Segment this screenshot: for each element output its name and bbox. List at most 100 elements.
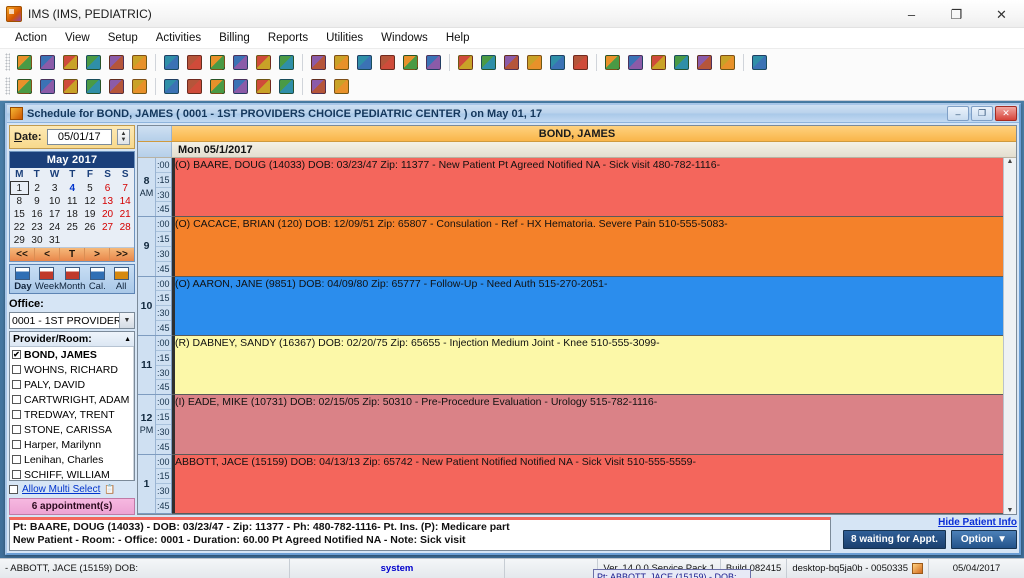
- claim-icon[interactable]: [276, 52, 297, 73]
- provider-checkbox[interactable]: [12, 410, 21, 419]
- calendar-day-29[interactable]: 29: [11, 234, 29, 247]
- globe-user-icon[interactable]: [184, 76, 205, 97]
- appointment-block-4[interactable]: (I) EADE, MIKE (10731) DOB: 02/15/05 Zip…: [172, 395, 1003, 455]
- appointment-block-3[interactable]: (R) DABNEY, SANDY (16367) DOB: 02/20/75 …: [172, 335, 1003, 396]
- schedule-restore-button[interactable]: ❐: [971, 106, 993, 121]
- calendar-day-11[interactable]: 11: [63, 195, 81, 209]
- minute-label[interactable]: :45: [156, 440, 171, 454]
- waiting-for-appt-button[interactable]: 8 waiting for Appt.: [843, 530, 946, 549]
- calendar-day-8[interactable]: 8: [11, 195, 29, 209]
- contact-card-icon[interactable]: [570, 52, 591, 73]
- minute-label[interactable]: :15: [156, 351, 171, 366]
- calendar-day-21[interactable]: 21: [116, 208, 134, 221]
- menu-item-setup[interactable]: Setup: [99, 30, 147, 46]
- menu-item-activities[interactable]: Activities: [147, 30, 210, 46]
- provider-item-8[interactable]: SCHIFF, WILLIAM: [10, 467, 133, 480]
- prescription-icon[interactable]: [184, 52, 205, 73]
- option-button[interactable]: Option ▼: [950, 530, 1017, 549]
- edit-chart-icon[interactable]: [106, 52, 127, 73]
- back-arrow-icon[interactable]: [423, 52, 444, 73]
- calendar-day-4[interactable]: 4: [63, 182, 81, 195]
- auth-icon[interactable]: [400, 52, 421, 73]
- appointment-block-5[interactable]: ABBOTT, JACE (15159) DOB: 04/13/13 Zip: …: [172, 454, 1003, 514]
- notes-icon[interactable]: [207, 52, 228, 73]
- maximize-button[interactable]: ❐: [934, 0, 979, 28]
- calendar-day-16[interactable]: 16: [28, 208, 46, 221]
- grid-icon[interactable]: [354, 52, 375, 73]
- cancel-icon[interactable]: [331, 76, 352, 97]
- calendar-day-5[interactable]: 5: [81, 182, 99, 195]
- minute-label[interactable]: :15: [156, 232, 171, 247]
- minute-label[interactable]: :30: [156, 366, 171, 381]
- last-record-icon[interactable]: [129, 76, 150, 97]
- provider-item-4[interactable]: TREDWAY, TRENT: [10, 407, 133, 422]
- date-input[interactable]: 05/01/17: [46, 129, 112, 145]
- chart-icon[interactable]: [253, 76, 274, 97]
- patient-add-icon[interactable]: [37, 52, 58, 73]
- next-record-icon[interactable]: [106, 76, 127, 97]
- calendar-nav-first[interactable]: <<: [10, 248, 35, 261]
- reports-red-icon[interactable]: [501, 52, 522, 73]
- minimize-button[interactable]: –: [889, 0, 934, 28]
- minute-label[interactable]: :45: [156, 262, 171, 276]
- calendar-day-19[interactable]: 19: [81, 208, 99, 221]
- menu-item-view[interactable]: View: [56, 30, 99, 46]
- appointment-block-0[interactable]: (O) BAARE, DOUG (14033) DOB: 03/23/47 Zi…: [172, 158, 1003, 218]
- minute-label[interactable]: :45: [156, 499, 171, 513]
- date-picker[interactable]: Date: 05/01/17 ▲ ▼: [9, 125, 135, 149]
- minute-label[interactable]: :15: [156, 410, 171, 425]
- minute-label[interactable]: :30: [156, 425, 171, 440]
- minute-label[interactable]: :15: [156, 173, 171, 188]
- document-search-icon[interactable]: [129, 52, 150, 73]
- provider-item-7[interactable]: Lenihan, Charles: [10, 452, 133, 467]
- appointment-block-1[interactable]: (O) CACACE, BRIAN (120) DOB: 12/09/51 Zi…: [172, 217, 1003, 277]
- schedule-scrollbar[interactable]: ▲ ▼: [1003, 158, 1016, 514]
- provider-item-5[interactable]: STONE, CARISSA: [10, 422, 133, 437]
- menu-item-reports[interactable]: Reports: [259, 30, 317, 46]
- minute-label[interactable]: :30: [156, 247, 171, 262]
- calendar-day-17[interactable]: 17: [46, 208, 64, 221]
- hide-patient-info-link[interactable]: Hide Patient Info: [938, 517, 1017, 528]
- minute-label[interactable]: :45: [156, 202, 171, 216]
- open-folder-icon[interactable]: [83, 52, 104, 73]
- view-button-week[interactable]: Week: [35, 267, 59, 292]
- web-icon[interactable]: [37, 76, 58, 97]
- provider-checkbox[interactable]: [12, 395, 21, 404]
- bar-chart-icon[interactable]: [547, 52, 568, 73]
- calendar-nav-last[interactable]: >>: [110, 248, 134, 261]
- reports-orange-icon[interactable]: [524, 52, 545, 73]
- calendar-day-27[interactable]: 27: [99, 221, 117, 234]
- minute-label[interactable]: :45: [156, 321, 171, 335]
- menu-item-billing[interactable]: Billing: [210, 30, 259, 46]
- minute-label[interactable]: :00: [156, 336, 171, 351]
- calendar-day-25[interactable]: 25: [63, 221, 81, 234]
- menu-item-action[interactable]: Action: [6, 30, 56, 46]
- minute-label[interactable]: :15: [156, 469, 171, 485]
- globe-check-icon[interactable]: [478, 52, 499, 73]
- calendar-day-26[interactable]: 26: [81, 221, 99, 234]
- transfer-icon[interactable]: [648, 52, 669, 73]
- calendar-day-18[interactable]: 18: [63, 208, 81, 221]
- scroll-down-icon[interactable]: ▼: [1007, 507, 1014, 514]
- calendar-day-20[interactable]: 20: [99, 208, 117, 221]
- menu-item-utilities[interactable]: Utilities: [317, 30, 372, 46]
- close-button[interactable]: ✕: [979, 0, 1024, 28]
- calendar-day-2[interactable]: 2: [28, 182, 46, 195]
- date-spinner[interactable]: ▲ ▼: [117, 129, 130, 145]
- help-blue-icon[interactable]: [308, 76, 329, 97]
- provider-item-0[interactable]: ✔ BOND, JAMES: [10, 347, 133, 362]
- refresh-globe-icon[interactable]: [455, 52, 476, 73]
- book-icon[interactable]: [694, 52, 715, 73]
- calendar-day-15[interactable]: 15: [11, 208, 29, 221]
- patient-icon[interactable]: [14, 52, 35, 73]
- calendar-day-6[interactable]: 6: [99, 182, 117, 195]
- settings-gear-icon[interactable]: [276, 76, 297, 97]
- provider-checkbox[interactable]: [12, 425, 21, 434]
- calendar-day-12[interactable]: 12: [81, 195, 99, 209]
- toolbar-grip[interactable]: [5, 77, 10, 95]
- copy-icon[interactable]: 📋: [104, 484, 115, 495]
- calendar-day-10[interactable]: 10: [46, 195, 64, 209]
- view-button-day[interactable]: Day: [11, 267, 35, 292]
- calendar-day-3[interactable]: 3: [46, 182, 64, 195]
- scroll-up-icon[interactable]: ▲: [1007, 158, 1014, 165]
